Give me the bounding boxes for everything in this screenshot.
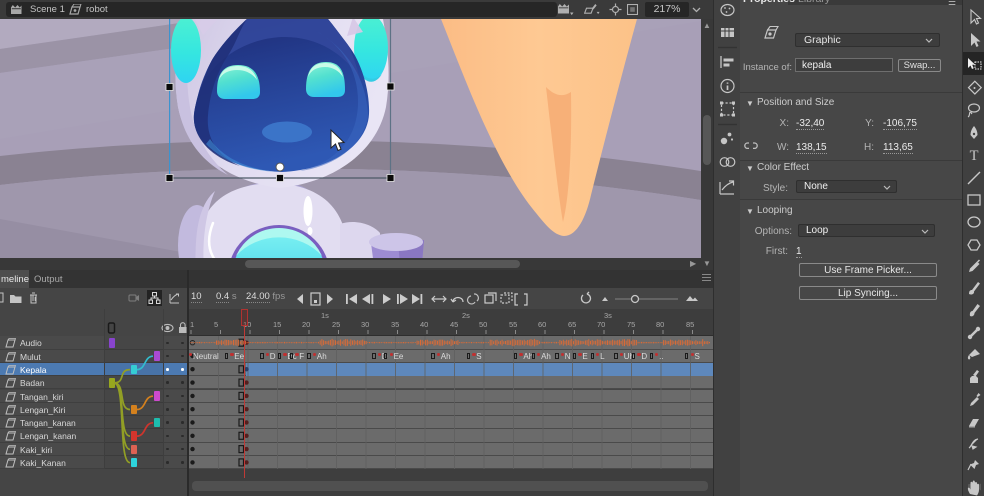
svg-text:T: T (970, 148, 979, 164)
